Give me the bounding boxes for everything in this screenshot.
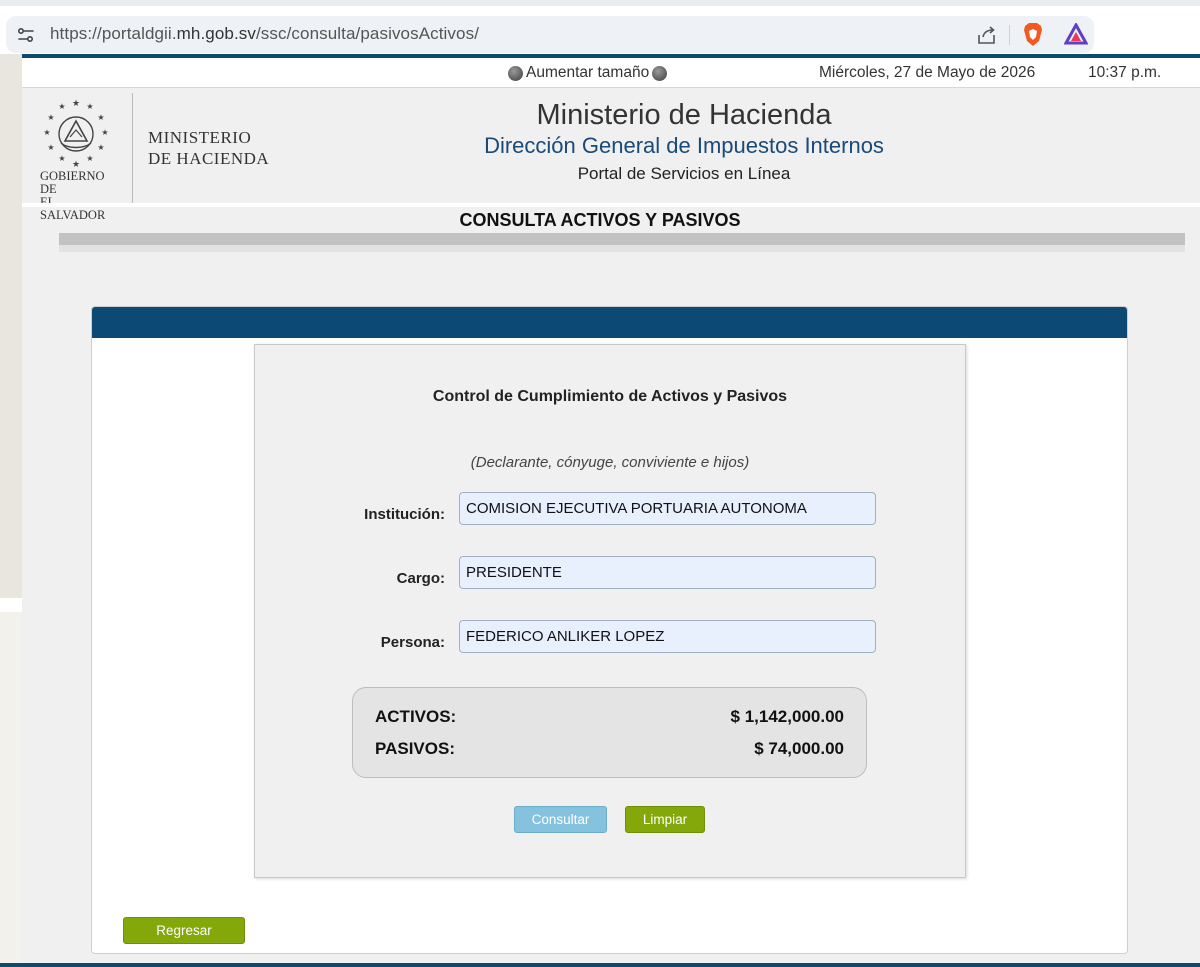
page-title: CONSULTA ACTIVOS Y PASIVOS: [459, 210, 741, 230]
header-title: Ministerio de Hacienda: [536, 99, 832, 131]
form-container: Control de Cumplimiento de Activos y Pas…: [254, 344, 966, 878]
main-panel: Control de Cumplimiento de Activos y Pas…: [91, 306, 1128, 954]
limpiar-button[interactable]: Limpiar: [625, 806, 705, 833]
persona-field[interactable]: [459, 620, 876, 653]
site-header: ★ ★ ★ ★ ★ ★ ★ ★ ★ ★ ★ ★ GOBIERNO DE EL S…: [22, 89, 1200, 222]
panel-header: [92, 307, 1127, 338]
font-size-label[interactable]: Aumentar tamaño: [526, 64, 649, 82]
globe-icon[interactable]: [652, 65, 668, 81]
activos-value: $ 1,142,000.00: [730, 707, 844, 726]
address-bar[interactable]: https://portaldgii.mh.gob.sv/ssc/consult…: [6, 16, 1094, 53]
cargo-field[interactable]: [459, 556, 876, 589]
gray-band: [59, 233, 1185, 245]
brave-rewards-icon[interactable]: [1064, 23, 1088, 45]
pasivos-value: $ 74,000.00: [754, 739, 844, 758]
browser-toolbar: https://portaldgii.mh.gob.sv/ssc/consult…: [0, 0, 1200, 54]
cargo-label: Cargo:: [396, 570, 445, 587]
bottom-accent-line: [0, 963, 1200, 967]
url-domain: mh.gob.sv: [176, 24, 256, 43]
pasivos-label: PASIVOS:: [375, 739, 455, 758]
form-title: Control de Cumplimiento de Activos y Pas…: [432, 388, 788, 405]
institucion-field[interactable]: [459, 492, 876, 525]
gray-band-shadow: [59, 245, 1185, 252]
info-bar: Aumentar tamaño Miércoles, 27 de Mayo de…: [22, 58, 1200, 88]
institucion-label: Institución:: [364, 506, 445, 523]
persona-label: Persona:: [380, 634, 445, 651]
totals-box: ACTIVOS: $ 1,142,000.00 PASIVOS: $ 74,00…: [352, 687, 867, 778]
activos-label: ACTIVOS:: [375, 707, 457, 726]
current-date: Miércoles, 27 de Mayo de 2026: [819, 64, 1036, 81]
url-path: /ssc/consulta/pasivosActivos/: [255, 24, 480, 43]
current-time: 10:37 p.m.: [1088, 64, 1162, 81]
font-size-control[interactable]: Aumentar tamaño: [508, 64, 668, 82]
regresar-button[interactable]: Regresar: [123, 917, 245, 944]
consultar-button[interactable]: Consultar: [514, 806, 607, 833]
left-gutter-divider: [0, 598, 22, 612]
url-separator: [1009, 25, 1010, 45]
url-text[interactable]: https://portaldgii.mh.gob.sv/ssc/consult…: [50, 24, 479, 44]
share-icon[interactable]: [976, 24, 998, 46]
header-subtitle: Dirección General de Impuestos Internos: [484, 133, 884, 158]
header-portal: Portal de Servicios en Línea: [577, 164, 791, 183]
url-base: https://portaldgii.: [50, 24, 177, 43]
site-settings-icon[interactable]: [16, 25, 36, 45]
header-separator: [22, 203, 1200, 207]
brave-shield-icon[interactable]: [1022, 22, 1044, 47]
form-subtitle: (Declarante, cónyuge, conviviente e hijo…: [470, 454, 750, 471]
left-gutter-panel: [0, 54, 22, 598]
globe-icon[interactable]: [508, 65, 523, 81]
